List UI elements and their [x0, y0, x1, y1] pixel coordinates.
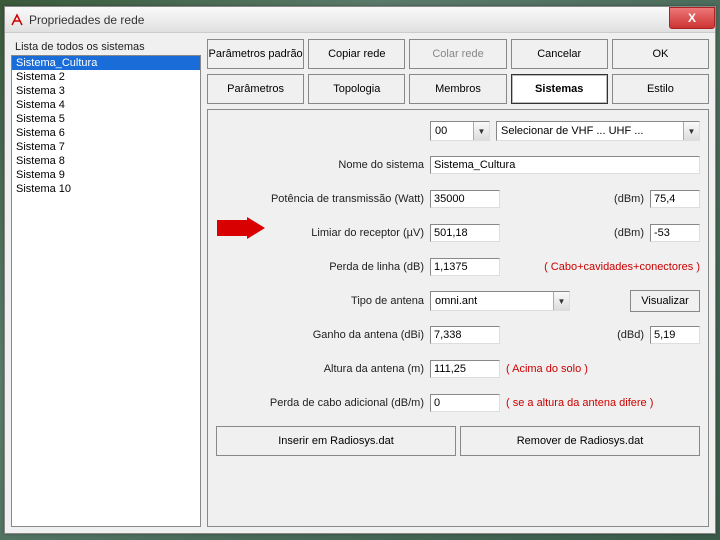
chevron-down-icon: ▼	[683, 122, 699, 140]
antenna-gain-dbd-label: (dBd)	[617, 329, 644, 341]
close-icon: X	[688, 11, 696, 25]
systems-list-label: Lista de todos os sistemas	[15, 41, 201, 53]
left-pane: Lista de todos os sistemas Sistema_Cultu…	[11, 39, 201, 527]
window-title: Propriedades de rede	[29, 13, 144, 27]
band-value: Selecionar de VHF ... UHF ...	[501, 125, 643, 137]
list-item[interactable]: Sistema 4	[12, 98, 200, 112]
app-icon	[9, 12, 25, 28]
tx-power-label: Potência de transmissão (Watt)	[216, 193, 424, 205]
system-name-label: Nome do sistema	[216, 159, 424, 171]
line-loss-label: Perda de linha (dB)	[216, 261, 424, 273]
antenna-gain-label: Ganho da antena (dBi)	[216, 329, 424, 341]
par-metros-padr-o-button[interactable]: Parâmetros padrão	[207, 39, 304, 69]
ok-button[interactable]: OK	[612, 39, 709, 69]
copiar-rede-button[interactable]: Copiar rede	[308, 39, 405, 69]
tab-topologia[interactable]: Topologia	[308, 74, 405, 104]
system-name-input[interactable]	[430, 156, 700, 174]
network-properties-window: Propriedades de rede X Lista de todos os…	[4, 6, 716, 534]
rx-threshold-dbm-label: (dBm)	[614, 227, 644, 239]
antenna-gain-input[interactable]	[430, 326, 500, 344]
systems-listbox[interactable]: Sistema_CulturaSistema 2Sistema 3Sistema…	[11, 55, 201, 527]
list-item[interactable]: Sistema 8	[12, 154, 200, 168]
cable-loss-label: Perda de cabo adicional (dB/m)	[216, 397, 424, 409]
tab-sistemas[interactable]: Sistemas	[511, 74, 608, 104]
top-button-row-2: ParâmetrosTopologiaMembrosSistemasEstilo	[207, 74, 709, 104]
list-item[interactable]: Sistema 5	[12, 112, 200, 126]
tab-membros[interactable]: Membros	[409, 74, 506, 104]
remove-radiosys-button[interactable]: Remover de Radiosys.dat	[460, 426, 700, 456]
tx-power-input[interactable]	[430, 190, 500, 208]
colar-rede-button: Colar rede	[409, 39, 506, 69]
right-pane: Parâmetros padrãoCopiar redeColar redeCa…	[207, 39, 709, 527]
list-item[interactable]: Sistema 3	[12, 84, 200, 98]
band-combo[interactable]: Selecionar de VHF ... UHF ... ▼	[496, 121, 700, 141]
tx-power-dbm-label: (dBm)	[614, 193, 644, 205]
list-item[interactable]: Sistema 2	[12, 70, 200, 84]
view-antenna-button[interactable]: Visualizar	[630, 290, 700, 312]
system-form: 00 ▼ Selecionar de VHF ... UHF ... ▼ Nom…	[207, 109, 709, 527]
preset-value: 00	[435, 125, 447, 137]
cancelar-button[interactable]: Cancelar	[511, 39, 608, 69]
list-item[interactable]: Sistema 7	[12, 140, 200, 154]
chevron-down-icon: ▼	[553, 292, 569, 310]
list-item[interactable]: Sistema_Cultura	[12, 56, 200, 70]
chevron-down-icon: ▼	[473, 122, 489, 140]
antenna-gain-dbd-input[interactable]	[650, 326, 700, 344]
cable-loss-note: ( se a altura da antena difere )	[506, 397, 653, 409]
antenna-type-label: Tipo de antena	[216, 295, 424, 307]
insert-radiosys-button[interactable]: Inserir em Radiosys.dat	[216, 426, 456, 456]
rx-threshold-label: Limiar do receptor (µV)	[216, 227, 424, 239]
antenna-height-label: Altura da antena (m)	[216, 363, 424, 375]
close-button[interactable]: X	[669, 7, 715, 29]
list-item[interactable]: Sistema 6	[12, 126, 200, 140]
antenna-type-value: omni.ant	[435, 295, 477, 307]
preset-combo[interactable]: 00 ▼	[430, 121, 490, 141]
antenna-type-combo[interactable]: omni.ant ▼	[430, 291, 570, 311]
line-loss-input[interactable]	[430, 258, 500, 276]
tab-estilo[interactable]: Estilo	[612, 74, 709, 104]
line-loss-note: ( Cabo+cavidades+conectores )	[544, 261, 700, 273]
cable-loss-input[interactable]	[430, 394, 500, 412]
rx-threshold-dbm-input[interactable]	[650, 224, 700, 242]
antenna-height-note: ( Acima do solo )	[506, 363, 588, 375]
rx-threshold-input[interactable]	[430, 224, 500, 242]
titlebar: Propriedades de rede X	[5, 7, 715, 33]
top-button-row-1: Parâmetros padrãoCopiar redeColar redeCa…	[207, 39, 709, 69]
list-item[interactable]: Sistema 10	[12, 182, 200, 196]
client-area: Lista de todos os sistemas Sistema_Cultu…	[5, 33, 715, 533]
antenna-height-input[interactable]	[430, 360, 500, 378]
tab-par-metros[interactable]: Parâmetros	[207, 74, 304, 104]
tx-power-dbm-input[interactable]	[650, 190, 700, 208]
list-item[interactable]: Sistema 9	[12, 168, 200, 182]
